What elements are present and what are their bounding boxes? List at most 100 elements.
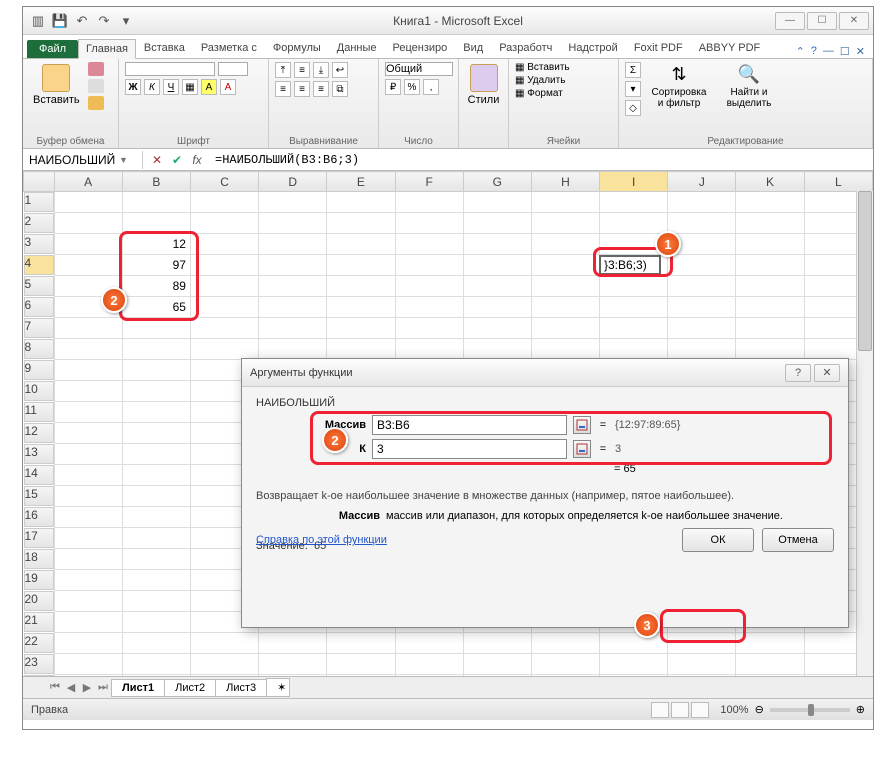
cell[interactable]: [54, 423, 122, 444]
cell[interactable]: [668, 675, 736, 677]
italic-button[interactable]: К: [144, 79, 160, 95]
cell[interactable]: [259, 192, 327, 213]
cell[interactable]: [54, 381, 122, 402]
cell[interactable]: [531, 255, 599, 276]
row-header[interactable]: 17: [24, 528, 54, 548]
cell[interactable]: [531, 276, 599, 297]
cell[interactable]: [327, 213, 395, 234]
enter-formula-icon[interactable]: ✔: [169, 153, 185, 167]
zoom-level[interactable]: 100%: [720, 704, 748, 716]
cell[interactable]: [668, 297, 736, 318]
align-center-icon[interactable]: ≡: [294, 81, 310, 97]
cell[interactable]: 12: [122, 234, 190, 255]
row-header[interactable]: 5: [24, 276, 54, 296]
tab-abbyy[interactable]: ABBYY PDF: [691, 38, 769, 58]
cell[interactable]: [190, 192, 258, 213]
cell[interactable]: [122, 444, 190, 465]
cell[interactable]: [736, 192, 804, 213]
collapse-dialog-icon[interactable]: [573, 416, 591, 434]
row-header[interactable]: 16: [24, 507, 54, 527]
cell[interactable]: [600, 276, 668, 297]
tab-view[interactable]: Вид: [455, 38, 491, 58]
fill-color-button[interactable]: A: [201, 79, 217, 95]
cell[interactable]: [395, 297, 463, 318]
row-header[interactable]: 11: [24, 402, 54, 422]
collapse-dialog-icon[interactable]: [573, 440, 591, 458]
row-header[interactable]: 19: [24, 570, 54, 590]
zoom-slider[interactable]: [770, 708, 850, 712]
formula-input[interactable]: [215, 153, 869, 167]
cell[interactable]: [122, 192, 190, 213]
cell[interactable]: [668, 339, 736, 360]
cell[interactable]: [600, 297, 668, 318]
col-header[interactable]: L: [804, 172, 872, 192]
cell[interactable]: [531, 318, 599, 339]
name-box-dropdown-icon[interactable]: ▼: [119, 155, 128, 165]
cell[interactable]: [122, 339, 190, 360]
cell[interactable]: [190, 276, 258, 297]
tab-data[interactable]: Данные: [329, 38, 385, 58]
cell[interactable]: [327, 339, 395, 360]
sheet-nav-first-icon[interactable]: ⏮: [47, 681, 63, 694]
cell[interactable]: [122, 591, 190, 612]
row-header[interactable]: 9: [24, 360, 54, 380]
row-header[interactable]: 6: [24, 297, 54, 317]
fill-icon[interactable]: ▾: [625, 81, 641, 97]
cell[interactable]: [736, 339, 804, 360]
cell[interactable]: 65: [122, 297, 190, 318]
save-icon[interactable]: 💾: [51, 12, 69, 30]
cell[interactable]: [190, 234, 258, 255]
cell[interactable]: [54, 507, 122, 528]
row-header[interactable]: 10: [24, 381, 54, 401]
paste-button[interactable]: Вставить: [29, 62, 84, 108]
bold-button[interactable]: Ж: [125, 79, 141, 95]
zoom-slider-thumb[interactable]: [808, 704, 814, 716]
cell[interactable]: [190, 633, 258, 654]
cell[interactable]: [736, 675, 804, 677]
cell[interactable]: 97: [122, 255, 190, 276]
cell[interactable]: [122, 360, 190, 381]
row-header[interactable]: 13: [24, 444, 54, 464]
cell[interactable]: [54, 528, 122, 549]
align-bot-icon[interactable]: ⤓: [313, 62, 329, 78]
cell[interactable]: [736, 654, 804, 675]
percent-icon[interactable]: %: [404, 79, 420, 95]
cell[interactable]: [327, 675, 395, 677]
cell[interactable]: [190, 339, 258, 360]
active-cell-editor[interactable]: }3:B6;3): [599, 255, 661, 275]
cell[interactable]: [600, 675, 668, 677]
cell[interactable]: [668, 213, 736, 234]
cell[interactable]: [54, 402, 122, 423]
font-size-input[interactable]: [218, 62, 248, 76]
cell[interactable]: [531, 633, 599, 654]
cell[interactable]: [600, 654, 668, 675]
cell[interactable]: [531, 234, 599, 255]
row-header[interactable]: 4: [24, 255, 54, 275]
cells-format-button[interactable]: ▦ Формат: [515, 88, 563, 99]
arg-k-input[interactable]: [372, 439, 567, 459]
cell[interactable]: [54, 675, 122, 677]
col-header[interactable]: E: [327, 172, 395, 192]
cell[interactable]: [122, 486, 190, 507]
tab-review[interactable]: Рецензиро: [385, 38, 456, 58]
select-all-corner[interactable]: [24, 172, 55, 192]
undo-icon[interactable]: ↶: [73, 12, 91, 30]
scrollbar-thumb[interactable]: [858, 191, 872, 351]
row-header[interactable]: 14: [24, 465, 54, 485]
row-header[interactable]: 23: [24, 654, 54, 674]
wrap-text-icon[interactable]: ↩: [332, 62, 348, 78]
cell[interactable]: [395, 213, 463, 234]
cell[interactable]: [600, 213, 668, 234]
col-header[interactable]: F: [395, 172, 463, 192]
col-header[interactable]: I: [600, 172, 668, 192]
cell[interactable]: [668, 276, 736, 297]
cell[interactable]: [259, 276, 327, 297]
border-button[interactable]: ▦: [182, 79, 198, 95]
col-header[interactable]: A: [54, 172, 122, 192]
comma-icon[interactable]: ,: [423, 79, 439, 95]
cell[interactable]: [190, 255, 258, 276]
cell[interactable]: [122, 507, 190, 528]
minimize-button[interactable]: —: [775, 12, 805, 30]
styles-button[interactable]: Стили: [465, 62, 502, 108]
cell[interactable]: [463, 675, 531, 677]
